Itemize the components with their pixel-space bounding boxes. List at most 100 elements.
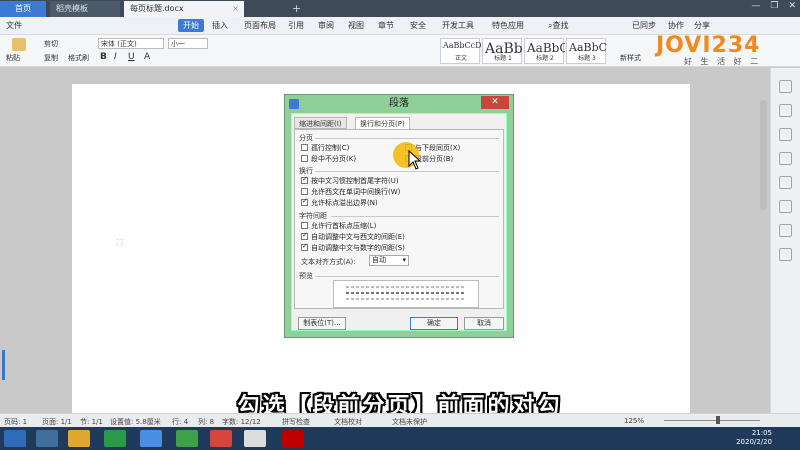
start-icon[interactable] xyxy=(4,430,26,447)
folder-icon[interactable] xyxy=(68,430,90,447)
tab-template[interactable]: 稻壳模板 xyxy=(50,1,120,17)
checkbox-box xyxy=(301,231,308,240)
wrap-rule-1-checkbox[interactable]: 按中文习惯控制首尾字符(U) xyxy=(301,175,399,186)
dialog-close-button[interactable]: ✕ xyxy=(481,96,509,109)
spacing-rule-2-label: 自动调整中文与西文的间距(E) xyxy=(311,233,405,241)
cut-button[interactable]: 剪切 xyxy=(44,39,58,49)
checkbox-box xyxy=(301,197,308,206)
cloud-icon[interactable] xyxy=(140,430,162,447)
wps-icon[interactable] xyxy=(210,430,232,447)
wrap-rule-2-label: 允许西文在单词中间换行(W) xyxy=(311,188,401,196)
close-tab-icon[interactable]: × xyxy=(232,1,239,17)
checkbox-box xyxy=(301,242,308,251)
style-heading2[interactable]: AaBbC 标题 2 xyxy=(524,38,565,64)
menu-features[interactable]: 特色应用 xyxy=(492,20,524,31)
spacing-rule-1-checkbox[interactable]: 允许行首标点压缩(L) xyxy=(301,222,376,231)
close-window-icon[interactable]: ✕ xyxy=(788,1,796,16)
tab-home[interactable]: 首页 xyxy=(0,1,46,17)
status-word-count[interactable]: 字数: 12/12 xyxy=(222,417,261,427)
section-char-spacing: 字符间距 xyxy=(299,212,327,220)
tab-line-page-breaks[interactable]: 换行和分页(P) xyxy=(355,117,410,129)
wrap-rule-3-checkbox[interactable]: 允许标点溢出边界(N) xyxy=(301,197,378,208)
paragraph-dialog: 段落 ✕ 缩进和间距(I) 换行和分页(P) 分页 孤行控制(C) 与下段同页(… xyxy=(284,94,514,338)
checkbox-box xyxy=(301,144,308,151)
minimize-icon[interactable]: — xyxy=(751,1,760,16)
font-select[interactable]: 宋体 (正文) xyxy=(98,38,164,49)
font-size-select[interactable]: 小一 xyxy=(168,38,208,49)
panel-icon-3[interactable] xyxy=(779,128,792,141)
recorder-icon[interactable] xyxy=(282,430,304,447)
new-tab-button[interactable]: + xyxy=(286,1,307,17)
vertical-scrollbar[interactable] xyxy=(760,100,767,210)
chrome-icon[interactable] xyxy=(244,430,266,447)
menu-chapter[interactable]: 章节 xyxy=(378,20,394,31)
copy-button[interactable]: 复制 xyxy=(44,53,58,63)
store-icon[interactable] xyxy=(104,430,126,447)
spacing-rule-3-label: 自动调整中文与数字的间距(S) xyxy=(311,244,405,252)
tab-stops-button[interactable]: 制表位(T)... xyxy=(298,317,346,330)
section-pagination: 分页 xyxy=(299,134,313,142)
maximize-icon[interactable]: ❐ xyxy=(770,1,778,16)
format-painter-button[interactable]: 格式刷 xyxy=(68,53,89,63)
panel-icon-6[interactable] xyxy=(779,200,792,213)
panel-icon-5[interactable] xyxy=(779,176,792,189)
style-heading1[interactable]: AaBb 标题 1 xyxy=(482,38,523,64)
dialog-title: 段落 xyxy=(389,98,409,109)
paste-icon xyxy=(12,38,26,51)
menu-view[interactable]: 视图 xyxy=(348,20,364,31)
spacing-rule-3-checkbox[interactable]: 自动调整中文与数字的间距(S) xyxy=(301,242,405,253)
taskbar-app-icon[interactable] xyxy=(36,430,58,447)
menu-start[interactable]: 开始 xyxy=(178,19,204,32)
widow-control-checkbox[interactable]: 孤行控制(C) xyxy=(301,144,349,153)
browser-icon[interactable] xyxy=(176,430,198,447)
menu-security[interactable]: 安全 xyxy=(410,20,426,31)
bold-icon[interactable]: B xyxy=(100,52,107,62)
taskbar-clock[interactable]: 21:05 2020/2/20 xyxy=(736,429,772,447)
menu-search-label: 查找 xyxy=(552,21,569,30)
tab-document[interactable]: 每页标题.docx × xyxy=(124,1,244,17)
spell-check-button[interactable]: 拼写检查 xyxy=(282,417,310,427)
panel-icon-1[interactable] xyxy=(779,80,792,93)
menu-layout[interactable]: 页面布局 xyxy=(244,20,276,31)
clock-date: 2020/2/20 xyxy=(736,438,772,446)
style-heading3[interactable]: AaBbC 标题 3 xyxy=(566,38,607,64)
panel-icon-4[interactable] xyxy=(779,152,792,165)
underline-icon[interactable]: U xyxy=(128,52,135,62)
checkbox-box xyxy=(301,155,308,162)
menu-search[interactable]: ⌕查找 xyxy=(548,20,568,31)
italic-icon[interactable]: I xyxy=(114,52,117,62)
spacing-rule-2-checkbox[interactable]: 自动调整中文与西文的间距(E) xyxy=(301,231,405,242)
share-button[interactable]: 分享 xyxy=(694,20,710,31)
wrap-rule-2-checkbox[interactable]: 允许西文在单词中间换行(W) xyxy=(301,188,400,197)
channel-logo: JOVI234 好 生 活 好 二 xyxy=(650,33,770,67)
style-normal[interactable]: AaBbCcDd 正文 xyxy=(440,38,481,64)
font-color-icon[interactable]: A xyxy=(144,52,150,62)
menu-file[interactable]: 文件 xyxy=(6,20,22,31)
ok-button[interactable]: 确定 xyxy=(410,317,458,330)
zoom-level[interactable]: 125% xyxy=(624,417,644,425)
zoom-slider[interactable] xyxy=(664,420,760,421)
paste-button[interactable]: 粘贴 xyxy=(6,53,20,63)
sync-status[interactable]: 已同步 xyxy=(632,20,656,31)
status-pages: 页面: 1/1 xyxy=(42,418,72,426)
panel-icon-7[interactable] xyxy=(779,224,792,237)
panel-icon-8[interactable] xyxy=(779,248,792,261)
checkbox-box xyxy=(301,188,308,195)
panel-icon-2[interactable] xyxy=(779,104,792,117)
cancel-button[interactable]: 取消 xyxy=(464,317,504,330)
keep-lines-together-checkbox[interactable]: 段中不分页(K) xyxy=(301,155,356,164)
new-style-button[interactable]: 新样式 xyxy=(620,53,641,63)
menu-insert[interactable]: 插入 xyxy=(212,20,228,31)
proofread-button[interactable]: 文档校对 xyxy=(334,417,362,427)
collab-button[interactable]: 协作 xyxy=(668,20,684,31)
menu-references[interactable]: 引用 xyxy=(288,20,304,31)
doc-protection-status[interactable]: 文档未保护 xyxy=(392,417,427,427)
tab-indent-spacing[interactable]: 缩进和间距(I) xyxy=(294,117,347,129)
menu-review[interactable]: 审阅 xyxy=(318,20,334,31)
wrap-rule-1-label: 按中文习惯控制首尾字符(U) xyxy=(311,177,399,185)
text-align-select[interactable]: 自动 ▾ xyxy=(369,255,409,266)
menu-devtools[interactable]: 开发工具 xyxy=(442,20,474,31)
divider xyxy=(331,216,499,217)
widow-control-label: 孤行控制(C) xyxy=(311,144,350,152)
zoom-slider-thumb[interactable] xyxy=(716,416,720,424)
